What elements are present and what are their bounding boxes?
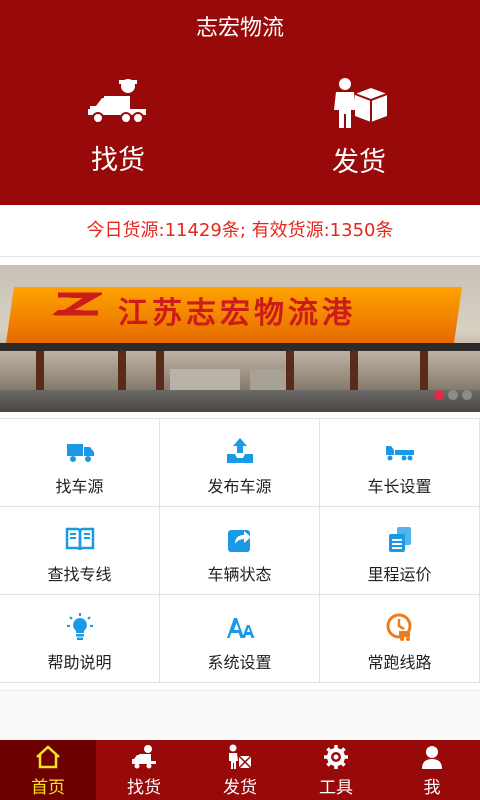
menu-label: 系统设置 xyxy=(207,653,272,672)
lightbulb-icon xyxy=(66,613,93,640)
menu-find-vehicles[interactable]: 找车源 xyxy=(0,419,160,507)
menu-find-special-line[interactable]: 查找专线 xyxy=(0,507,160,595)
tab-ship-goods[interactable]: 发货 xyxy=(192,740,288,800)
tab-me[interactable]: 我 xyxy=(384,740,480,800)
open-book-icon xyxy=(65,527,94,551)
menu-label: 里程运价 xyxy=(367,565,432,584)
banner-text: 江苏志宏物流港 xyxy=(118,296,356,331)
menu-label: 查找专线 xyxy=(47,565,112,584)
upload-tray-icon xyxy=(226,438,253,463)
bottom-tab-bar: 首页 找货 发货 工具 我 xyxy=(0,740,480,800)
ship-goods-label: 发货 xyxy=(332,147,386,178)
tab-label: 我 xyxy=(423,778,441,798)
font-aa-icon xyxy=(226,618,254,638)
carousel-dot[interactable] xyxy=(448,390,458,400)
truck-icon xyxy=(66,444,94,462)
person-box-icon xyxy=(229,744,252,769)
banner-ground xyxy=(0,390,480,412)
menu-label: 车辆状态 xyxy=(207,565,272,584)
long-truck-icon xyxy=(385,446,414,461)
truck-driver-icon xyxy=(88,79,146,124)
menu-label: 车长设置 xyxy=(367,477,432,496)
tab-label: 首页 xyxy=(31,778,65,798)
menu-label: 帮助说明 xyxy=(47,653,112,672)
menu-label: 常跑线路 xyxy=(367,653,432,672)
menu-help[interactable]: 帮助说明 xyxy=(0,595,160,683)
tab-label: 找货 xyxy=(127,778,161,798)
truck-driver-icon xyxy=(132,745,156,769)
banner-roof-edge xyxy=(0,343,480,351)
menu-truck-length-settings[interactable]: 车长设置 xyxy=(320,419,480,507)
route-clock-icon xyxy=(386,613,411,641)
app-title: 志宏物流 xyxy=(195,16,284,41)
menu-label: 找车源 xyxy=(55,477,104,496)
menu-label: 发布车源 xyxy=(207,477,272,496)
user-icon xyxy=(422,746,442,769)
home-icon xyxy=(36,745,60,769)
calculator-icon xyxy=(388,527,411,552)
menu-system-settings[interactable]: 系统设置 xyxy=(160,595,320,683)
carousel-dot[interactable] xyxy=(462,390,472,400)
menu-vehicle-status[interactable]: 车辆状态 xyxy=(160,507,320,595)
ship-goods-button[interactable]: 发货 xyxy=(299,78,419,179)
find-goods-button[interactable]: 找货 xyxy=(58,78,178,177)
tab-tools[interactable]: 工具 xyxy=(288,740,384,800)
gear-icon xyxy=(324,745,348,769)
carousel-dot[interactable] xyxy=(434,390,444,400)
z-logo xyxy=(52,292,102,316)
person-box-icon xyxy=(334,78,388,128)
tab-label: 发货 xyxy=(223,778,257,798)
menu-mileage-price[interactable]: 里程运价 xyxy=(320,507,480,595)
find-goods-label: 找货 xyxy=(91,145,145,176)
tab-home[interactable]: 首页 xyxy=(0,740,96,800)
carousel-dots xyxy=(434,390,472,400)
app-header: 志宏物流 找货 发货 xyxy=(0,0,480,205)
stats-bar: 今日货源:11429条; 有效货源:1350条 xyxy=(0,205,480,257)
content-spacer xyxy=(0,690,480,740)
tab-label: 工具 xyxy=(319,778,353,798)
tab-find-goods[interactable]: 找货 xyxy=(96,740,192,800)
share-box-icon xyxy=(227,530,251,552)
function-grid: 找车源 发布车源 车长设置 查找专线 车辆状态 里程运价 帮助说明 系统设置 常… xyxy=(0,418,480,684)
banner-carousel[interactable]: 江苏志宏物流港 xyxy=(0,265,480,412)
menu-frequent-routes[interactable]: 常跑线路 xyxy=(320,595,480,683)
menu-publish-vehicle[interactable]: 发布车源 xyxy=(160,419,320,507)
